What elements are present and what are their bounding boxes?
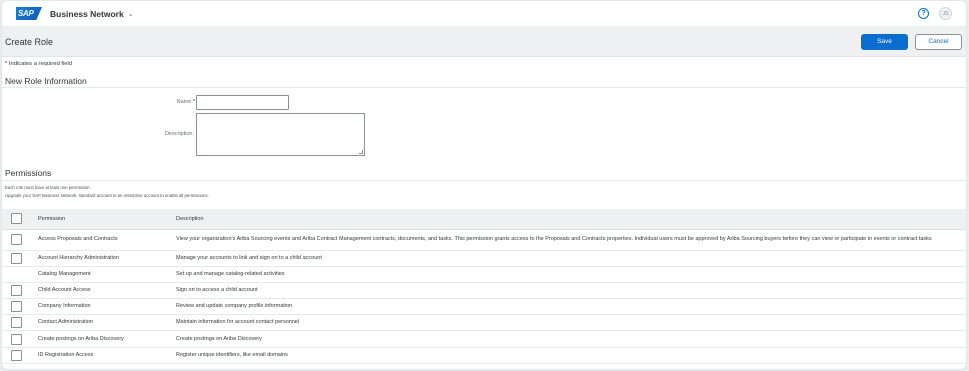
permission-name: Create postings on Ariba Discovery (36, 330, 176, 348)
name-field[interactable] (196, 95, 289, 110)
table-row[interactable]: Access Proposals and Contracts View your… (2, 229, 966, 251)
avatar[interactable]: JS (939, 7, 952, 20)
table-row[interactable]: Child Account Access Sign on to access a… (2, 282, 966, 300)
section-title-permissions: Permissions (2, 165, 966, 181)
app-window: SAP Business Network ⌄ ? JS Create Role … (2, 1, 966, 369)
row-checkbox[interactable] (11, 317, 22, 329)
permission-name: Contact Administration (36, 314, 176, 332)
save-button[interactable]: Save (861, 33, 908, 50)
permission-description: Register unique identifiers, like email … (176, 347, 966, 364)
description-field[interactable] (196, 113, 365, 156)
help-icon[interactable]: ? (918, 8, 929, 19)
table-row[interactable]: Catalog Management Set up and manage cat… (2, 266, 966, 283)
name-label: Name:* (152, 99, 195, 105)
permission-description: Maintain information for account contact… (176, 314, 966, 332)
cancel-button[interactable]: Cancel (915, 33, 962, 50)
page-header: Create Role Save Cancel (2, 27, 966, 57)
select-all-cell (2, 209, 36, 230)
permissions-table: Permission Description Access Proposals … (2, 209, 966, 364)
row-checkbox[interactable] (11, 252, 22, 264)
permission-name: Account Hierarchy Administration (36, 250, 176, 267)
resize-handle-icon[interactable] (359, 150, 363, 154)
table-row[interactable]: ID Registration Access Register unique i… (2, 347, 966, 364)
permission-description: Set up and manage catalog-related activi… (176, 266, 966, 283)
name-required-star: * (192, 99, 195, 105)
column-header-permission[interactable]: Permission (36, 209, 176, 230)
row-checkbox[interactable] (11, 349, 22, 361)
row-checkbox[interactable] (11, 333, 22, 345)
table-row[interactable]: Account Hierarchy Administration Manage … (2, 250, 966, 267)
description-label: Description: (164, 131, 194, 137)
permissions-note-2: Upgrade your SAP Business Network, stand… (5, 193, 209, 198)
checkbox-cell (2, 250, 36, 267)
permission-description: Sign on to access a child account (176, 282, 966, 300)
required-field-note: * Indicates a required field (2, 57, 966, 72)
table-row[interactable]: Create postings on Ariba Discovery Creat… (2, 330, 966, 348)
checkbox-cell (2, 347, 36, 364)
select-all-checkbox[interactable] (11, 213, 22, 225)
section-title-role-info: New Role Information (2, 72, 966, 88)
column-header-description[interactable]: Description (176, 209, 966, 230)
row-checkbox[interactable] (11, 301, 22, 313)
permission-name: Access Proposals and Contracts (36, 229, 176, 251)
permissions-notes: Each role must have at least one permiss… (2, 181, 966, 209)
permission-name: Child Account Access (36, 282, 176, 300)
checkbox-cell (2, 330, 36, 348)
row-checkbox[interactable] (11, 234, 22, 245)
name-label-text: Name: (176, 99, 193, 105)
checkbox-cell (2, 314, 36, 332)
role-form: Name:* Description: (2, 88, 966, 165)
permission-description: Manage your accounts to link and sign on… (176, 250, 966, 267)
permission-description: View your organization's Ariba Sourcing … (176, 229, 966, 251)
permission-name: Catalog Management (36, 266, 176, 283)
sap-logo[interactable]: SAP (16, 7, 42, 20)
table-row[interactable]: Company Information Review and update co… (2, 298, 966, 316)
permissions-note-1: Each role must have at least one permiss… (5, 185, 91, 190)
permission-description: Review and update company profile inform… (176, 298, 966, 316)
permission-description: Create postings on Ariba Discovery (176, 330, 966, 348)
product-name[interactable]: Business Network (50, 9, 124, 19)
checkbox-cell (2, 282, 36, 300)
permission-name: ID Registration Access (36, 347, 176, 364)
checkbox-cell (2, 266, 36, 283)
row-checkbox[interactable] (11, 284, 22, 296)
required-note-text: Indicates a required field (7, 61, 73, 67)
permission-name: Company Information (36, 298, 176, 316)
table-header-row: Permission Description (2, 209, 966, 230)
shell-bar: SAP Business Network ⌄ ? JS (2, 1, 966, 27)
checkbox-cell (2, 229, 36, 251)
table-row[interactable]: Contact Administration Maintain informat… (2, 314, 966, 332)
checkbox-cell (2, 298, 36, 316)
page-title: Create Role (5, 36, 54, 47)
chevron-down-icon[interactable]: ⌄ (128, 10, 134, 18)
logo-text: SAP (18, 9, 34, 18)
